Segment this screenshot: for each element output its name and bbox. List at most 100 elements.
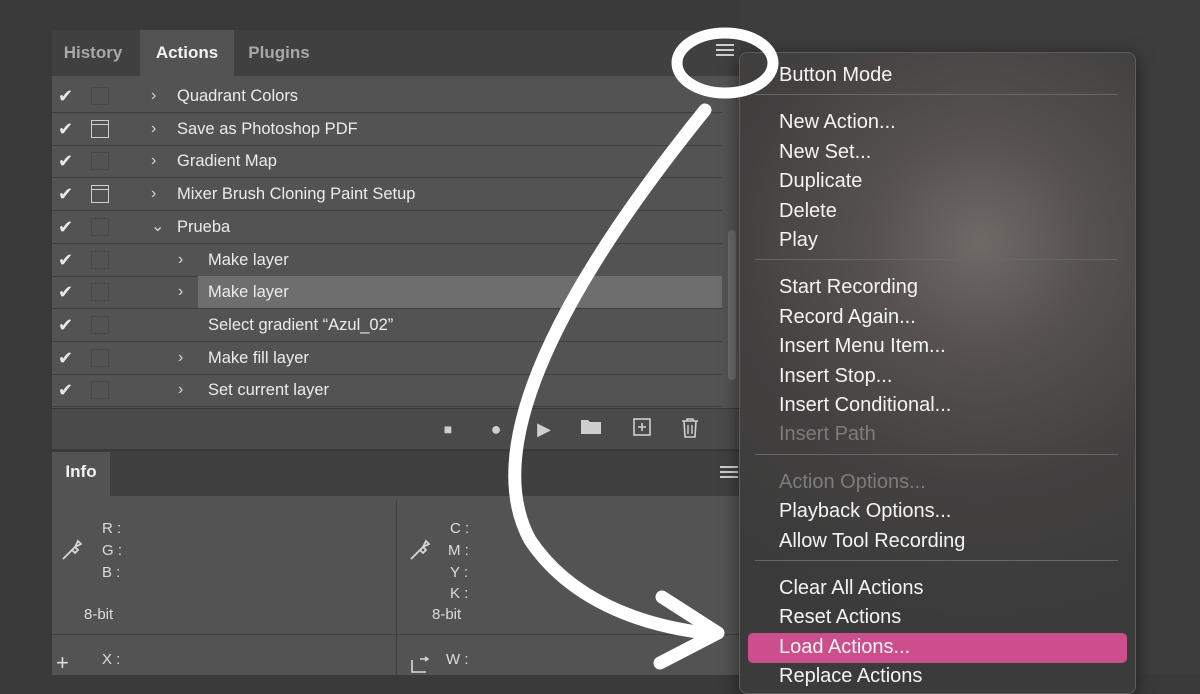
toggle-checkmark-icon[interactable]: ✔ [58,214,76,240]
expand-chevron-icon[interactable]: ⌄ [151,215,164,239]
action-row-label: Quadrant Colors [177,87,299,105]
actions-list: ✔ › Quadrant Colors ✔ › Save as Photoshop PDF… [52,80,740,408]
menu-item-play[interactable]: Play [779,227,818,253]
info-m-label: M : [448,542,469,559]
info-divider [396,500,397,675]
dialog-toggle-icon[interactable] [91,250,109,269]
toggle-checkmark-icon[interactable]: ✔ [58,279,76,305]
tab-actions[interactable]: Actions [140,30,234,76]
action-row-label: Save as Photoshop PDF [177,119,358,138]
action-row[interactable]: ✔ › Quadrant Colors [52,80,722,113]
expand-chevron-icon[interactable]: › [178,248,183,272]
dialog-toggle-icon[interactable] [91,185,109,204]
info-divider [52,634,740,635]
stop-icon[interactable]: ■ [436,417,460,441]
play-icon[interactable]: ▶ [532,417,556,441]
info-panel-menu-icon[interactable] [720,466,738,480]
toggle-checkmark-icon[interactable]: ✔ [58,377,76,403]
expand-chevron-icon[interactable]: › [151,84,156,108]
info-y-label: Y : [450,564,469,581]
dialog-toggle-icon[interactable] [91,283,109,302]
menu-item-insert-path: Insert Path [779,423,876,446]
menu-item-replace-actions[interactable]: Replace Actions [779,663,922,689]
menu-separator [755,453,1118,455]
action-row[interactable]: ✔ Select gradient “Azul_02” [52,309,722,342]
trash-icon[interactable] [678,417,702,441]
menu-item-delete[interactable]: Delete [779,198,837,224]
action-row-label: Make fill layer [208,348,309,367]
panel-tab-bar: History Actions Plugins [52,30,740,76]
info-b-label: B : [102,564,121,581]
dialog-toggle-icon[interactable] [91,119,109,138]
menu-item-record-again[interactable]: Record Again... [779,304,916,330]
toggle-checkmark-icon[interactable]: ✔ [58,148,76,174]
action-row-label: Gradient Map [177,152,277,171]
new-action-icon[interactable] [630,417,654,441]
dialog-toggle-icon[interactable] [91,315,109,334]
menu-item-clear-all-actions[interactable]: Clear All Actions [779,575,924,601]
info-x-label: X : [102,651,121,668]
folder-icon[interactable] [579,417,603,441]
expand-chevron-icon[interactable]: › [178,378,183,402]
actions-panel: History Actions Plugins ✔ › Quadrant Color… [52,30,740,449]
toggle-checkmark-icon[interactable]: ✔ [58,116,76,142]
expand-chevron-icon[interactable]: › [151,182,156,206]
info-k-label: K : [450,585,469,602]
record-icon[interactable]: ● [484,417,508,441]
menu-item-action-options: Action Options... [779,470,926,493]
menu-separator [755,560,1118,561]
expand-chevron-icon[interactable]: › [178,280,183,304]
actions-toolbar: ■ ● ▶ [52,408,740,449]
info-tab-bar: Info [52,452,740,496]
menu-item-insert-stop[interactable]: Insert Stop... [779,363,892,389]
menu-item-allow-tool-recording[interactable]: Allow Tool Recording [779,528,965,554]
tab-info[interactable]: Info [52,452,110,496]
expand-chevron-icon[interactable]: › [151,149,156,173]
dialog-toggle-icon[interactable] [91,217,109,236]
action-row[interactable]: ✔ › Save as Photoshop PDF [52,113,722,146]
eyedropper-icon [62,539,82,560]
action-row[interactable]: ✔ › Make layer [52,276,722,310]
menu-item-start-recording[interactable]: Start Recording [779,274,918,300]
action-row[interactable]: ✔ › Set current layer [52,374,722,408]
menu-item-button-mode[interactable]: Button Mode [779,62,892,88]
tab-plugins[interactable]: Plugins [234,30,324,76]
menu-item-new-action[interactable]: New Action... [779,109,896,135]
action-row[interactable]: ✔ ⌄ Prueba [52,211,722,244]
toggle-checkmark-icon[interactable]: ✔ [58,83,76,109]
selection-size-icon [411,656,430,673]
dialog-toggle-icon[interactable] [91,348,109,367]
menu-item-insert-menu-item[interactable]: Insert Menu Item... [779,333,946,359]
action-row-label: Make layer [208,283,289,302]
action-row[interactable]: ✔ › Make fill layer [52,342,722,375]
info-w-label: W : [446,651,469,668]
scrollbar[interactable] [728,230,736,380]
tab-history[interactable]: History [52,30,134,76]
menu-item-load-actions[interactable]: Load Actions... [779,634,910,660]
expand-chevron-icon[interactable]: › [178,346,183,370]
toggle-checkmark-icon[interactable]: ✔ [58,345,76,371]
dialog-toggle-icon[interactable] [91,152,109,171]
menu-separator [755,259,1118,261]
menu-item-insert-conditional[interactable]: Insert Conditional... [779,392,951,418]
info-r-label: R : [102,520,122,537]
info-g-label: G : [102,542,123,559]
action-row[interactable]: ✔ › Gradient Map [52,145,722,179]
menu-item-reset-actions[interactable]: Reset Actions [779,604,901,630]
toggle-checkmark-icon[interactable]: ✔ [58,312,76,338]
menu-item-duplicate[interactable]: Duplicate [779,168,862,194]
expand-chevron-icon[interactable]: › [151,117,156,141]
menu-item-playback-options[interactable]: Playback Options... [779,498,951,524]
toggle-checkmark-icon[interactable]: ✔ [58,247,76,273]
dialog-toggle-icon[interactable] [91,87,109,105]
action-row[interactable]: ✔ › Make layer [52,244,722,277]
panel-menu-icon[interactable] [716,44,734,60]
action-row-label: Mixer Brush Cloning Paint Setup [177,185,416,204]
info-c-label: C : [450,520,470,537]
dialog-toggle-icon[interactable] [91,381,109,400]
menu-item-new-set[interactable]: New Set... [779,139,871,165]
actions-flyout-menu: Button Mode New Action... New Set... Duplic… [739,52,1136,694]
action-row-label: Select gradient “Azul_02” [208,315,394,334]
toggle-checkmark-icon[interactable]: ✔ [58,181,76,207]
action-row[interactable]: ✔ › Mixer Brush Cloning Paint Setup [52,178,722,212]
